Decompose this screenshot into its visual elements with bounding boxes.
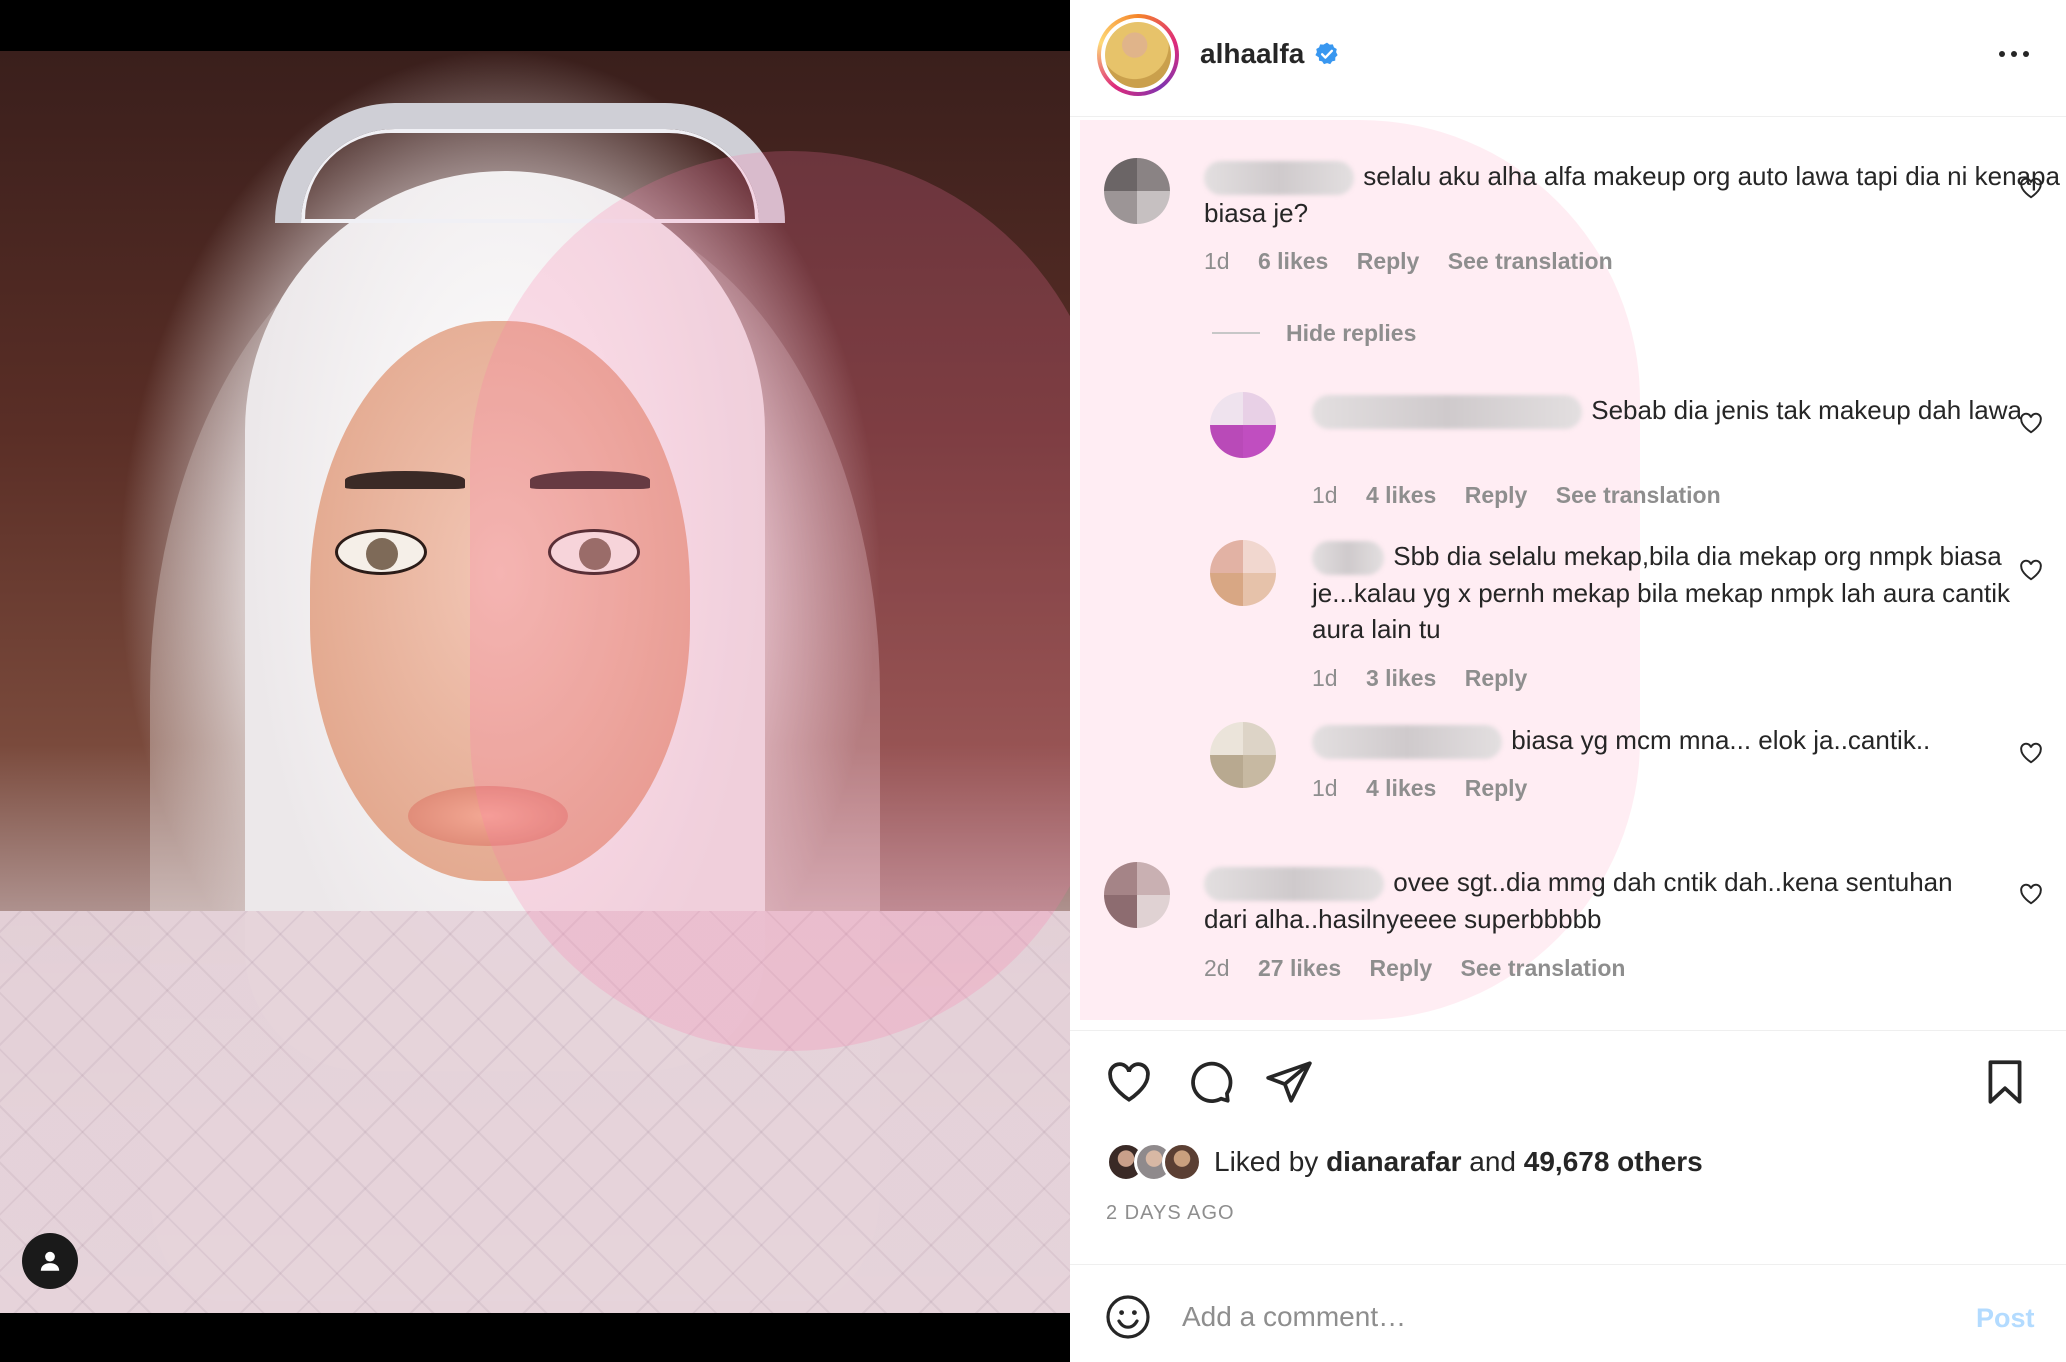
see-translation-button[interactable]: See translation bbox=[1556, 482, 1721, 508]
comment-text: ovee sgt..dia mmg dah cntik dah..kena se… bbox=[1204, 864, 1964, 937]
like-comment-icon[interactable] bbox=[2018, 881, 2044, 907]
reply-time[interactable]: 1d bbox=[1312, 482, 1338, 508]
reply-body: Sbb dia selalu mekap,bila dia mekap org … bbox=[1312, 541, 2011, 645]
comment-avatar[interactable] bbox=[1104, 862, 1170, 928]
liked-by-text: Liked by dianarafar and 49,678 others bbox=[1214, 1146, 1703, 1178]
reply-body: biasa yg mcm mna... elok ja..cantik.. bbox=[1511, 725, 1931, 755]
comment-time[interactable]: 1d bbox=[1204, 248, 1230, 274]
reply-time[interactable]: 1d bbox=[1312, 775, 1338, 801]
blurred-username[interactable] bbox=[1204, 867, 1384, 902]
reply-button[interactable]: Reply bbox=[1370, 955, 1433, 981]
reply-text: biasa yg mcm mna... elok ja..cantik.. bbox=[1312, 722, 2052, 760]
liked-by-user[interactable]: dianarafar bbox=[1326, 1146, 1461, 1177]
action-bar bbox=[1070, 1030, 2066, 1125]
like-reply-icon[interactable] bbox=[2018, 410, 2044, 436]
post-timestamp[interactable]: 2 DAYS AGO bbox=[1106, 1202, 1235, 1225]
like-reply-icon[interactable] bbox=[2018, 557, 2044, 583]
reply-likes[interactable]: 4 likes bbox=[1366, 775, 1436, 801]
blurred-username[interactable] bbox=[1312, 541, 1384, 576]
share-icon[interactable] bbox=[1264, 1057, 1314, 1107]
comment-composer: Post bbox=[1070, 1264, 2066, 1362]
left-eye bbox=[335, 529, 427, 575]
reply-button[interactable]: Reply bbox=[1465, 665, 1528, 691]
replies-divider bbox=[1212, 332, 1260, 334]
post-button[interactable]: Post bbox=[1976, 1303, 2035, 1334]
like-icon[interactable] bbox=[1104, 1057, 1154, 1107]
watermark-shape bbox=[470, 151, 1070, 1051]
hide-replies-label: Hide replies bbox=[1286, 319, 1417, 346]
comment-icon[interactable] bbox=[1184, 1057, 1234, 1107]
post-media bbox=[0, 0, 1070, 1362]
save-icon[interactable] bbox=[1980, 1057, 2030, 1107]
like-reply-icon[interactable] bbox=[2018, 740, 2044, 766]
reply-meta: 1d 4 likes Reply See translation bbox=[1312, 482, 1743, 509]
liked-by: Liked by dianarafar and 49,678 others bbox=[1106, 1140, 1703, 1184]
tagged-user-icon[interactable] bbox=[22, 1233, 78, 1289]
reply-body: Sebab dia jenis tak makeup dah lawa bbox=[1591, 395, 2022, 425]
blurred-username[interactable] bbox=[1312, 395, 1582, 430]
author-username[interactable]: alhaalfa bbox=[1200, 38, 1304, 70]
reply-text: Sebab dia jenis tak makeup dah lawa bbox=[1312, 392, 2052, 430]
author-avatar[interactable] bbox=[1097, 14, 1179, 96]
comment-likes[interactable]: 27 likes bbox=[1258, 955, 1341, 981]
blurred-username[interactable] bbox=[1312, 725, 1502, 760]
reply-avatar[interactable] bbox=[1210, 540, 1276, 606]
reply-avatar[interactable] bbox=[1210, 722, 1276, 788]
see-translation-button[interactable]: See translation bbox=[1448, 248, 1613, 274]
reply-button[interactable]: Reply bbox=[1465, 775, 1528, 801]
comment-input[interactable] bbox=[1182, 1293, 1902, 1341]
reply-likes[interactable]: 3 likes bbox=[1366, 665, 1436, 691]
reply-text: Sbb dia selalu mekap,bila dia mekap org … bbox=[1312, 538, 2052, 647]
emoji-icon[interactable] bbox=[1104, 1293, 1152, 1341]
comment-meta: 2d 27 likes Reply See translation bbox=[1204, 955, 1647, 982]
comments-panel: alhaalfa selalu aku alha alfa makeup org… bbox=[1070, 0, 2066, 1362]
more-options-icon[interactable] bbox=[1992, 36, 2036, 72]
post-photo[interactable] bbox=[0, 51, 1070, 1313]
reply-button[interactable]: Reply bbox=[1357, 248, 1420, 274]
reply-avatar[interactable] bbox=[1210, 392, 1276, 458]
comment-avatar[interactable] bbox=[1104, 158, 1170, 224]
reply-button[interactable]: Reply bbox=[1465, 482, 1528, 508]
comment-time[interactable]: 2d bbox=[1204, 955, 1230, 981]
comment-likes[interactable]: 6 likes bbox=[1258, 248, 1328, 274]
verified-badge-icon bbox=[1315, 42, 1338, 65]
comment-text: selalu aku alha alfa makeup org auto law… bbox=[1204, 158, 2064, 231]
reply-meta: 1d 4 likes Reply bbox=[1312, 775, 1549, 802]
left-brow bbox=[345, 471, 465, 489]
comment-meta: 1d 6 likes Reply See translation bbox=[1204, 248, 1635, 275]
reply-meta: 1d 3 likes Reply bbox=[1312, 665, 1549, 692]
liker-avatar[interactable] bbox=[1162, 1142, 1202, 1182]
liked-by-middle: and bbox=[1469, 1146, 1516, 1177]
hide-replies-toggle[interactable]: Hide replies bbox=[1212, 316, 1416, 350]
reply-likes[interactable]: 4 likes bbox=[1366, 482, 1436, 508]
blurred-username[interactable] bbox=[1204, 161, 1354, 196]
like-comment-icon[interactable] bbox=[2018, 175, 2044, 201]
reply-time[interactable]: 1d bbox=[1312, 665, 1338, 691]
liked-by-count[interactable]: 49,678 others bbox=[1524, 1146, 1703, 1177]
see-translation-button[interactable]: See translation bbox=[1461, 955, 1626, 981]
post-header: alhaalfa bbox=[1070, 0, 2066, 117]
liked-by-prefix: Liked by bbox=[1214, 1146, 1319, 1177]
